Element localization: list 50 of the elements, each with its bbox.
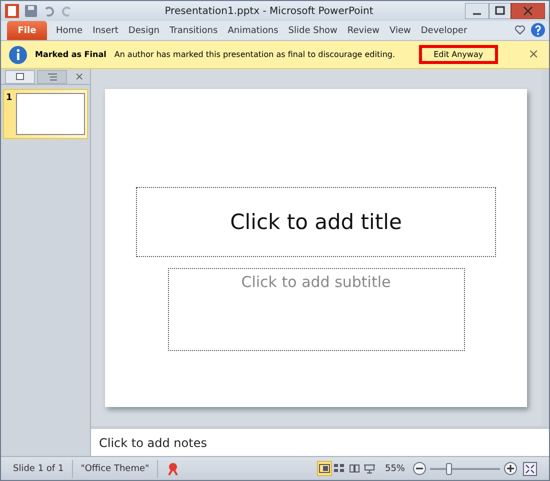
slide-number: 1 [6,93,12,105]
book-icon [348,464,360,473]
ribbon-tab[interactable]: Slide Show [283,21,342,40]
slide-thumbnail[interactable]: 1 [3,89,88,139]
projector-screen-icon [364,464,375,474]
normal-view-icon [318,464,330,473]
zoom-in-button[interactable] [504,462,517,475]
message-text: An author has marked this presentation as final to discourage editing. [114,50,396,59]
slide-count: Slide 1 of 1 [5,460,73,478]
close-button[interactable]: × [72,70,86,83]
message-title: Marked as Final [35,50,106,59]
file-tab[interactable]: File [7,21,47,40]
ribbon-tab[interactable]: Developer [416,21,472,40]
title-placeholder-text: Click to add title [230,210,402,234]
help-icon[interactable] [531,23,545,37]
info-icon [9,46,27,64]
slides-tab[interactable] [5,70,35,84]
close-button[interactable]: × [526,47,541,62]
ribbon-tab[interactable]: Transitions [164,21,223,40]
window-controls-icon[interactable] [465,3,545,19]
subtitle-placeholder-text: Click to add subtitle [241,272,391,290]
ribbon-tab[interactable]: Animations [222,21,284,40]
app-logo-icon [5,4,19,18]
ribbon-tab[interactable]: Design [123,21,164,40]
plus-icon [507,465,514,472]
title-placeholder[interactable]: Click to add title [136,186,496,256]
notes-pane[interactable]: Click to add notes [91,426,549,456]
theme-name: "Office Theme" [72,460,158,478]
ribbon-tab[interactable]: Review [342,21,385,40]
window-title: Presentation1.pptx - Microsoft PowerPoint [164,6,374,16]
minus-icon [416,465,423,472]
zoom-out-button[interactable] [413,462,426,475]
zoom-level: 55% [384,462,406,476]
slider-thumb[interactable] [446,462,452,474]
ribbon-tab[interactable]: Home [51,21,88,40]
ribbon-tab[interactable]: View [384,21,416,40]
subtitle-placeholder[interactable]: Click to add subtitle [168,268,464,350]
grid-icon [334,464,345,473]
list-icon [48,72,56,80]
edit-anyway-button[interactable]: Edit Anyway [418,45,498,64]
ribbon-tab[interactable]: Insert [88,21,124,40]
save-icon[interactable] [25,5,37,17]
slide-preview [16,93,85,135]
view-button[interactable] [316,461,332,476]
notes-placeholder: Click to add notes [99,436,207,450]
outline-tab[interactable] [37,70,67,84]
ribbon-award-icon[interactable] [166,462,180,476]
heart-icon[interactable] [515,25,525,35]
fit-to-window-icon[interactable] [523,462,537,476]
slide-icon [16,73,24,80]
